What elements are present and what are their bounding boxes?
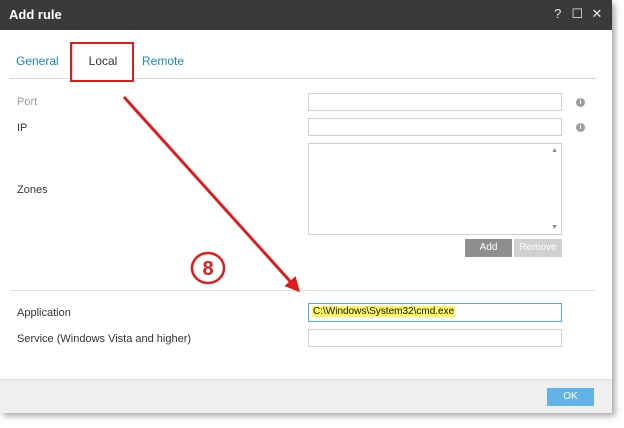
step-badge: 8	[189, 248, 229, 288]
annotation-overlay	[122, 95, 301, 293]
step-number: 8	[202, 258, 213, 280]
